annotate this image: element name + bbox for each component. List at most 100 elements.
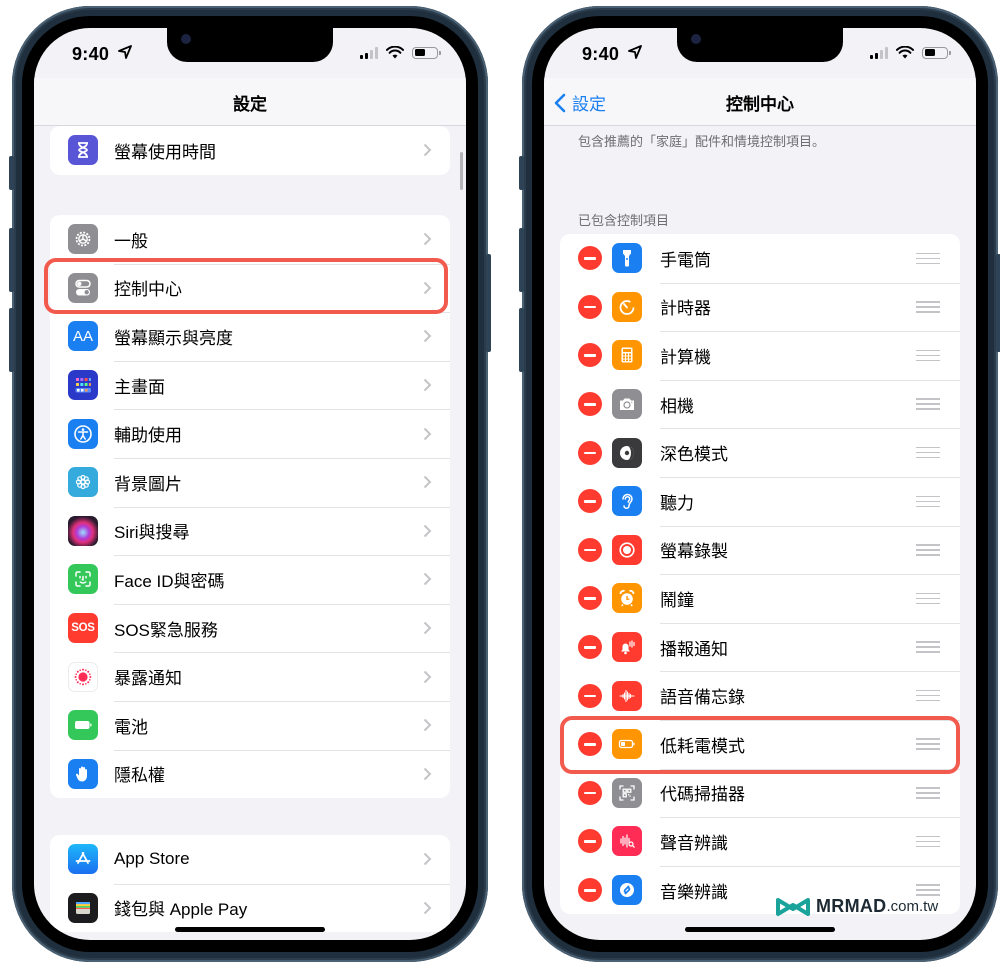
remove-control-button[interactable]: [578, 537, 602, 562]
chevron-right-icon: [423, 144, 432, 157]
scrollbar[interactable]: [460, 152, 463, 190]
reorder-handle-icon[interactable]: [916, 689, 940, 702]
hand-icon: [68, 758, 98, 789]
settings-item-battery[interactable]: 電池: [50, 700, 450, 750]
face-id-icon: [68, 564, 98, 595]
control-item-flashlight: 手電筒: [560, 234, 960, 283]
settings-item-emergency-sos[interactable]: SOS SOS緊急服務: [50, 603, 450, 653]
cellular-signal-icon: [870, 46, 888, 59]
remove-control-button[interactable]: [578, 246, 602, 271]
control-item-calculator: 計算機: [560, 331, 960, 380]
remove-control-button[interactable]: [578, 878, 602, 903]
settings-item-app-store[interactable]: App Store: [50, 835, 450, 884]
settings-item-label: 錢包與 Apple Pay: [114, 900, 248, 920]
ear-icon: [612, 486, 642, 517]
toggles-icon: [68, 272, 98, 303]
reorder-handle-icon[interactable]: [916, 349, 940, 362]
settings-item-wallpaper[interactable]: 背景圖片: [50, 457, 450, 507]
page-title: 控制中心: [726, 95, 794, 114]
home-indicator[interactable]: [685, 927, 835, 932]
chevron-right-icon: [423, 901, 432, 915]
chevron-right-icon: [423, 670, 432, 683]
reorder-handle-icon[interactable]: [916, 301, 940, 313]
remove-control-button[interactable]: [578, 489, 602, 514]
reorder-handle-icon[interactable]: [916, 835, 940, 848]
settings-item-privacy[interactable]: 隱私權: [50, 749, 450, 799]
control-item-label: 播報通知: [660, 639, 728, 659]
phone-right: 9:40 設定 控制中心 包含推薦的「家庭」配件和情境控制項目。 已包含控制項目…: [519, 6, 1000, 962]
front-camera: [691, 34, 701, 44]
chevron-right-icon: [423, 378, 432, 392]
settings-item-label: 背景圖片: [114, 474, 182, 494]
settings-item-control-center[interactable]: 控制中心: [50, 263, 450, 313]
shazam-icon: [612, 875, 642, 906]
accessibility-icon: [68, 418, 98, 449]
control-item-camera: 相機: [560, 379, 960, 429]
reorder-handle-icon[interactable]: [916, 252, 940, 265]
settings-item-label: 主畫面: [114, 377, 165, 397]
sos-icon: SOS: [68, 613, 98, 644]
settings-item-home-screen[interactable]: 主畫面: [50, 360, 450, 410]
remove-control-button[interactable]: [578, 586, 602, 611]
status-time: 9:40: [582, 44, 620, 64]
remove-control-button[interactable]: [578, 732, 602, 757]
remove-control-button[interactable]: [578, 392, 602, 417]
alarm-clock-icon: [612, 583, 642, 614]
remove-control-button[interactable]: [578, 780, 602, 805]
settings-item-display-brightness[interactable]: AA 螢幕顯示與亮度: [50, 312, 450, 361]
chevron-right-icon: [423, 281, 432, 295]
chevron-right-icon: [423, 427, 432, 440]
settings-item-label: 螢幕顯示與亮度: [114, 328, 233, 348]
reorder-handle-icon[interactable]: [916, 544, 940, 556]
settings-item-general[interactable]: 一般: [50, 215, 450, 264]
settings-group-screen-time: 螢幕使用時間: [50, 126, 450, 175]
remove-control-button[interactable]: [578, 294, 602, 319]
control-item-label: 計時器: [660, 299, 711, 319]
settings-item-label: SOS緊急服務: [114, 620, 218, 640]
control-item-label: 相機: [660, 396, 694, 416]
control-item-label: 語音備忘錄: [660, 688, 745, 708]
settings-item-accessibility[interactable]: 輔助使用: [50, 409, 450, 458]
mute-switch: [519, 156, 524, 190]
phone-left: 9:40 設定 螢幕使用時間 一般 控制中心 AA 螢幕顯示與亮度 主畫面 輔助…: [9, 6, 491, 962]
settings-item-label: App Store: [114, 849, 190, 869]
reorder-handle-icon[interactable]: [916, 592, 940, 605]
settings-item-face-id-passcode[interactable]: Face ID與密碼: [50, 555, 450, 604]
settings-item-screen-time[interactable]: 螢幕使用時間: [50, 126, 450, 175]
reorder-handle-icon[interactable]: [916, 495, 940, 508]
reorder-handle-icon[interactable]: [916, 884, 940, 896]
volume-down-button: [519, 308, 524, 372]
settings-item-exposure-notifications[interactable]: 暴露通知: [50, 652, 450, 701]
remove-control-button[interactable]: [578, 440, 602, 465]
settings-item-label: 暴露通知: [114, 669, 182, 689]
text-size-icon: AA: [68, 321, 98, 352]
flower-icon: [68, 467, 98, 498]
settings-item-siri-search[interactable]: Siri與搜尋: [50, 506, 450, 556]
chevron-right-icon: [423, 853, 432, 866]
siri-icon: [68, 515, 98, 546]
chevron-right-icon: [423, 767, 432, 781]
remove-control-button[interactable]: [578, 829, 602, 854]
mute-switch: [9, 156, 14, 190]
reorder-handle-icon[interactable]: [916, 738, 940, 750]
home-indicator[interactable]: [175, 927, 325, 932]
reorder-handle-icon[interactable]: [916, 787, 940, 799]
settings-screen: 9:40 設定 螢幕使用時間 一般 控制中心 AA 螢幕顯示與亮度 主畫面 輔助…: [34, 28, 466, 940]
remove-control-button[interactable]: [578, 635, 602, 660]
battery-status-icon: [922, 46, 951, 59]
remove-control-button[interactable]: [578, 683, 602, 708]
status-time: 9:40: [72, 44, 110, 64]
chevron-right-icon: [423, 621, 432, 635]
reorder-handle-icon[interactable]: [916, 641, 940, 653]
included-controls-list: 手電筒 計時器 計算機 相機 深色模式 聽力 螢幕錄製 鬧鐘 播報通知 語音備忘錄 低耗電模式 代碼掃…: [560, 234, 960, 915]
control-item-label: 聲音辨識: [660, 833, 728, 853]
flashlight-icon: [612, 243, 642, 274]
watermark-brand: MRMAD: [816, 896, 887, 916]
record-icon: [612, 534, 642, 565]
settings-item-wallet-apple-pay[interactable]: 錢包與 Apple Pay: [50, 883, 450, 933]
reorder-handle-icon[interactable]: [916, 446, 940, 459]
volume-up-button: [9, 228, 14, 292]
remove-control-button[interactable]: [578, 343, 602, 368]
reorder-handle-icon[interactable]: [916, 398, 940, 410]
battery-status-icon: [412, 46, 441, 59]
